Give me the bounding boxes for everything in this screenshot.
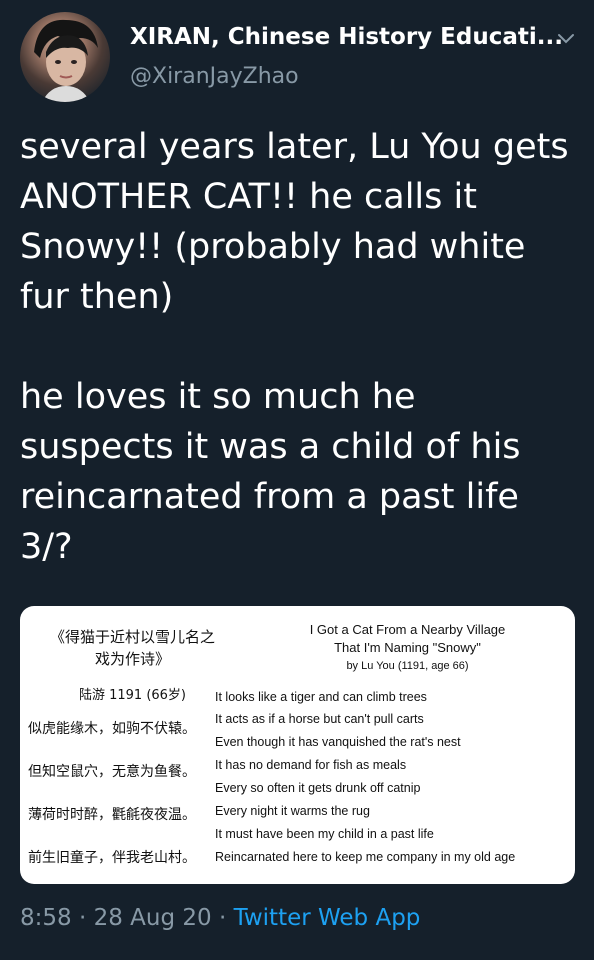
- english-poem-line: Even though it has vanquished the rat's …: [215, 735, 461, 749]
- chinese-poem-line: 但知空鼠穴，无意为鱼餐。: [28, 764, 196, 780]
- chinese-poem-line: 似虎能缘木，如驹不伏辕。: [28, 721, 196, 737]
- english-poem-line: It must have been my child in a past lif…: [215, 827, 434, 841]
- english-poem-line: Reincarnated here to keep me company in …: [215, 850, 516, 864]
- english-poem-line: Every so often it gets drunk off catnip: [215, 781, 421, 795]
- english-poem-line: It acts as if a horse but can't pull car…: [215, 712, 424, 726]
- chevron-down-icon[interactable]: [556, 28, 576, 48]
- chinese-poem-line: 前生旧童子，伴我老山村。: [28, 850, 196, 866]
- tweet-media-image[interactable]: 《得猫于近村以雪儿名之 戏为作诗》 陆游 1191 (66岁) 似虎能缘木，如驹…: [20, 606, 575, 884]
- english-poem-author: by Lu You (1191, age 66): [346, 660, 469, 672]
- chinese-poem-author: 陆游 1191 (66岁): [78, 688, 187, 703]
- english-poem-line: It has no demand for fish as meals: [215, 758, 407, 772]
- tweet-date[interactable]: 28 Aug 20: [94, 905, 212, 931]
- tweet-header: XIRAN, Chinese History Educati... @Xiran…: [20, 12, 580, 102]
- tweet-text: several years later, Lu You gets ANOTHER…: [20, 127, 569, 567]
- chinese-poem-line: 薄荷时时醉，氍毹夜夜温。: [28, 807, 196, 823]
- author-handle[interactable]: @XiranJayZhao: [130, 64, 299, 89]
- separator-dot: ·: [71, 905, 94, 931]
- author-display-name[interactable]: XIRAN, Chinese History Educati...: [130, 24, 563, 50]
- tweet-source-app[interactable]: Twitter Web App: [234, 905, 421, 931]
- chinese-poem-title: 《得猫于近村以雪儿名之 戏为作诗》: [49, 628, 215, 668]
- tweet-time[interactable]: 8:58: [20, 905, 72, 931]
- english-poem-line: Every night it warms the rug: [215, 804, 370, 818]
- english-poem-title: I Got a Cat From a Nearby Village That I…: [309, 622, 506, 655]
- tweet-footer: 8:58 · 28 Aug 20 · Twitter Web App: [20, 905, 420, 931]
- separator-dot: ·: [211, 905, 234, 931]
- avatar[interactable]: [20, 12, 110, 102]
- english-poem-line: It looks like a tiger and can climb tree…: [215, 690, 427, 704]
- avatar-image: [34, 19, 98, 102]
